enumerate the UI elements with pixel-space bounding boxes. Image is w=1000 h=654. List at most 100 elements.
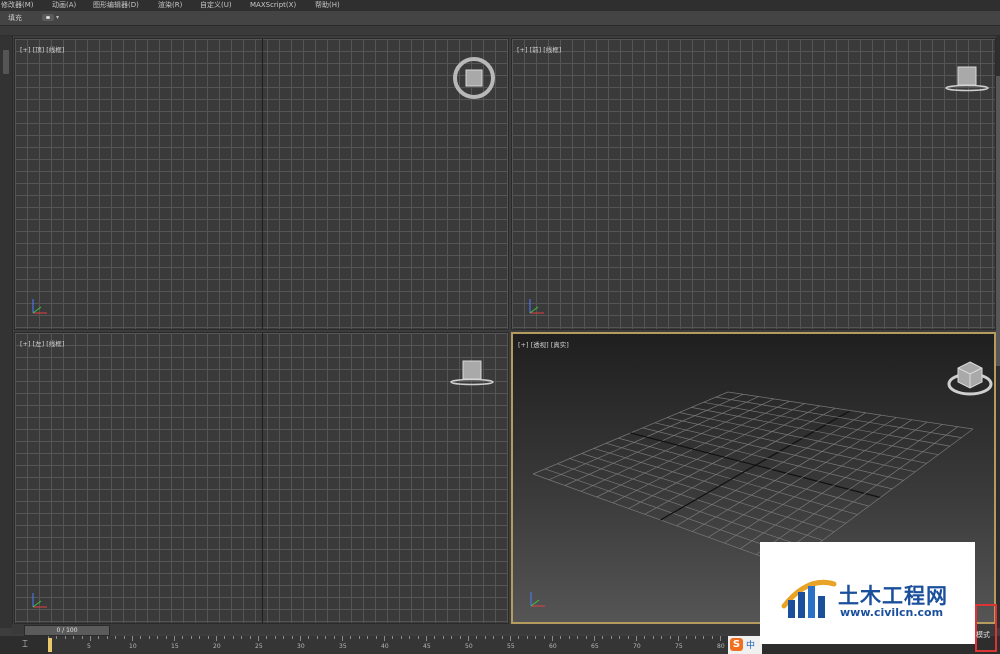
timeline-tick: [375, 636, 377, 639]
timeline-tick: [174, 636, 175, 641]
timeline-tick: [417, 636, 419, 639]
timeline-tick-label: 25: [255, 643, 263, 650]
scrollbar-thumb[interactable]: [996, 76, 1000, 366]
timeline-tick: [619, 636, 621, 639]
axis-gizmo-icon: [530, 592, 545, 607]
timeline-tick-label: 35: [339, 643, 347, 650]
timeline-tick: [224, 636, 226, 639]
timeline-tick: [552, 636, 553, 641]
timeline-tick: [694, 636, 696, 639]
current-frame-marker[interactable]: [48, 638, 52, 652]
timeline-tick: [98, 636, 100, 639]
grid-axis: [262, 333, 263, 623]
grid-line: [715, 396, 962, 438]
time-slider[interactable]: 0 / 100: [24, 625, 110, 636]
left-rail: [0, 36, 13, 628]
timeline-tick: [241, 636, 243, 639]
eye-icon[interactable]: [42, 14, 54, 21]
timeline-tick: [316, 636, 318, 639]
rail-tab[interactable]: [3, 50, 9, 74]
timeline-tick-label: 10: [129, 643, 137, 650]
timeline-tick: [703, 636, 705, 639]
timeline-tick: [585, 636, 587, 639]
timeline-tick: [140, 636, 142, 639]
timeline-tick-label: 20: [213, 643, 221, 650]
timeline-tick: [484, 636, 486, 639]
viewcube-icon[interactable]: [944, 61, 990, 93]
viewcube-icon[interactable]: [449, 355, 495, 387]
timeline-tick: [686, 636, 688, 639]
menu-modifiers[interactable]: 修改器(M): [1, 0, 34, 11]
grid-line: [740, 421, 928, 550]
right-scrollbar[interactable]: [996, 36, 1000, 628]
menu-rendering[interactable]: 渲染(R): [158, 0, 182, 11]
timeline-tick: [249, 636, 251, 639]
menu-customize[interactable]: 自定义(U): [200, 0, 232, 11]
timeline-tick: [199, 636, 201, 639]
timeline-tick: [661, 636, 663, 639]
menu-help[interactable]: 帮助(H): [315, 0, 340, 11]
timeline-tick-label: 30: [297, 643, 305, 650]
grid-line: [660, 409, 851, 521]
viewport-label-left[interactable]: [+] [左] [线框]: [20, 338, 64, 348]
timeline-tick: [342, 636, 343, 641]
timeline-tick: [543, 636, 545, 639]
timeline-tick-label: 50: [465, 643, 473, 650]
timeline-tick-label: 45: [423, 643, 431, 650]
chevron-down-icon[interactable]: ▾: [56, 11, 59, 25]
timeline-tick: [711, 636, 713, 639]
ribbon-strip: [0, 26, 1000, 36]
timeline-tick-label: 80: [717, 643, 725, 650]
timeline-tick: [56, 636, 58, 639]
menu-maxscript[interactable]: MAXScript(X): [250, 0, 296, 11]
ime-language[interactable]: 中: [746, 638, 755, 651]
timeline-tick: [627, 636, 629, 639]
viewport-label-front[interactable]: [+] [前] [线框]: [517, 44, 561, 54]
toolbar: 填充 ▾: [0, 11, 1000, 26]
timeline-tick: [157, 636, 159, 639]
menu-animation[interactable]: 动画(A): [52, 0, 76, 11]
timeline-tick: [526, 636, 528, 639]
timeline-tick: [358, 636, 360, 639]
timeline-tick: [720, 636, 721, 641]
viewport-front[interactable]: [+] [前] [线框]: [511, 38, 996, 330]
mode-label[interactable]: 模式: [976, 630, 990, 640]
timeline-tick: [451, 636, 453, 639]
grid-line: [727, 391, 974, 430]
timeline-tick: [518, 636, 520, 639]
timeline-tick: [568, 636, 570, 639]
timeline-tick: [106, 636, 108, 639]
timeline-tick-label: 75: [675, 643, 683, 650]
timeline-tick: [190, 636, 192, 639]
timeline-tick: [535, 636, 537, 639]
timeline-tick: [274, 636, 276, 639]
viewcube-icon[interactable]: [451, 55, 497, 101]
timeline-tick: [510, 636, 511, 641]
timeline-tick-label: 55: [507, 643, 515, 650]
timeline-ruler[interactable]: 5 10 15 20 25 30 35 40 45 50 55 60 65 70 75 80: [48, 636, 755, 654]
timeline-tick: [636, 636, 637, 641]
timeline-tick-label: 70: [633, 643, 641, 650]
watermark: 土木工程网 www.civilcn.com: [760, 542, 975, 644]
timeline-tick: [468, 636, 469, 641]
timeline-tick: [64, 636, 66, 639]
grid-line: [692, 414, 882, 532]
timeline-tick: [594, 636, 595, 641]
timeline-tick-label: 5: [87, 643, 91, 650]
timeline-tick: [350, 636, 352, 639]
timeline-tick: [73, 636, 75, 639]
viewport-label-top[interactable]: [+] [顶] [线框]: [20, 44, 64, 54]
axis-gizmo-icon: [32, 593, 47, 608]
key-mode-icon[interactable]: ⌶: [22, 639, 34, 651]
viewport-top[interactable]: [+] [顶] [线框]: [14, 38, 509, 330]
ime-logo[interactable]: S: [730, 638, 743, 651]
viewport-left[interactable]: [+] [左] [线框]: [14, 332, 509, 624]
timeline-tick-label: 15: [171, 643, 179, 650]
menu-bar: 修改器(M) 动画(A) 图形编辑器(D) 渲染(R) 自定义(U) MAXSc…: [0, 0, 1000, 11]
civilcn-logo-icon: [781, 579, 837, 618]
fill-label[interactable]: 填充: [8, 11, 22, 25]
viewcube-icon[interactable]: [945, 354, 995, 398]
menu-graph-editors[interactable]: 图形编辑器(D): [93, 0, 139, 11]
timeline-tick: [123, 636, 125, 639]
timeline-tick: [90, 636, 91, 641]
